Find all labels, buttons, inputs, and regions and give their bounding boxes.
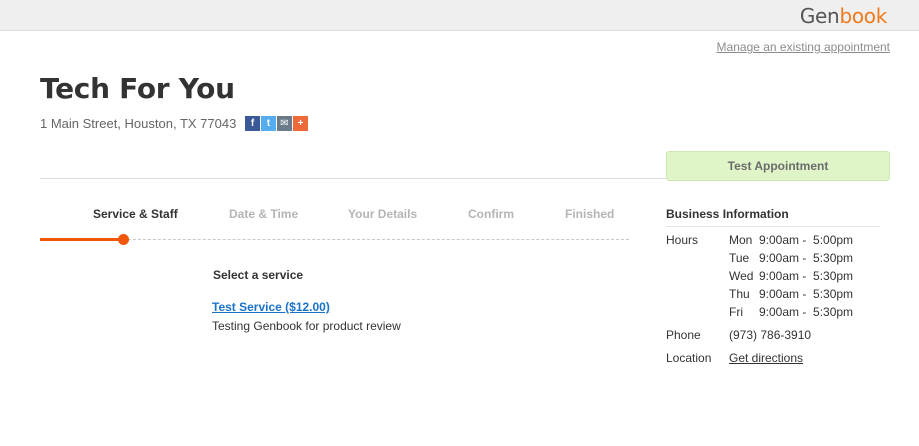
appointment-tab-label: Test Appointment	[727, 159, 829, 173]
step-date-time: Date & Time	[229, 207, 299, 221]
phone-value: (973) 786-3910	[729, 328, 812, 342]
service-description: Testing Genbook for product review	[212, 319, 401, 333]
logo-part-gen: Gen	[799, 4, 840, 28]
twitter-icon[interactable]: t	[261, 116, 276, 131]
step-service-staff: Service & Staff	[93, 207, 178, 221]
phone-label: Phone	[666, 328, 701, 342]
hours-day: Tue	[729, 251, 750, 265]
step-your-details: Your Details	[348, 207, 418, 221]
progress-indicator	[118, 234, 129, 245]
business-info-divider	[666, 226, 880, 227]
business-name: Tech For You	[40, 72, 235, 105]
progress-track	[123, 239, 629, 240]
plus-icon[interactable]: +	[293, 116, 308, 131]
genbook-logo[interactable]: Genbook	[800, 4, 887, 28]
progress-fill	[40, 238, 123, 241]
hours-day: Fri	[729, 305, 743, 319]
email-icon[interactable]: ✉	[277, 116, 292, 131]
hours-label: Hours	[666, 233, 699, 247]
hours-day: Thu	[729, 287, 750, 301]
facebook-icon[interactable]: f	[245, 116, 260, 131]
step-finished: Finished	[565, 207, 615, 221]
location-label: Location	[666, 351, 712, 365]
business-address: 1 Main Street, Houston, TX 77043	[40, 116, 237, 131]
hours-day: Mon	[729, 233, 753, 247]
hours-time: 9:00am - 5:30pm	[759, 269, 854, 283]
hours-time: 9:00am - 5:30pm	[759, 305, 854, 319]
appointment-tab[interactable]: Test Appointment	[666, 151, 890, 181]
business-info-title: Business Information	[666, 207, 789, 221]
step-confirm: Confirm	[468, 207, 514, 221]
select-service-heading: Select a service	[213, 268, 304, 282]
top-bar: Genbook	[0, 0, 919, 31]
hours-day: Wed	[729, 269, 754, 283]
logo-part-book: book	[839, 4, 887, 28]
header-divider	[40, 178, 666, 179]
hours-time: 9:00am - 5:00pm	[759, 233, 854, 247]
hours-time: 9:00am - 5:30pm	[759, 287, 854, 301]
get-directions-link[interactable]: Get directions	[729, 351, 803, 365]
service-link-test-service[interactable]: Test Service ($12.00)	[212, 300, 330, 314]
hours-time: 9:00am - 5:30pm	[759, 251, 854, 265]
social-share-bar: f t ✉ +	[245, 116, 308, 131]
manage-appointment-link[interactable]: Manage an existing appointment	[717, 40, 890, 54]
